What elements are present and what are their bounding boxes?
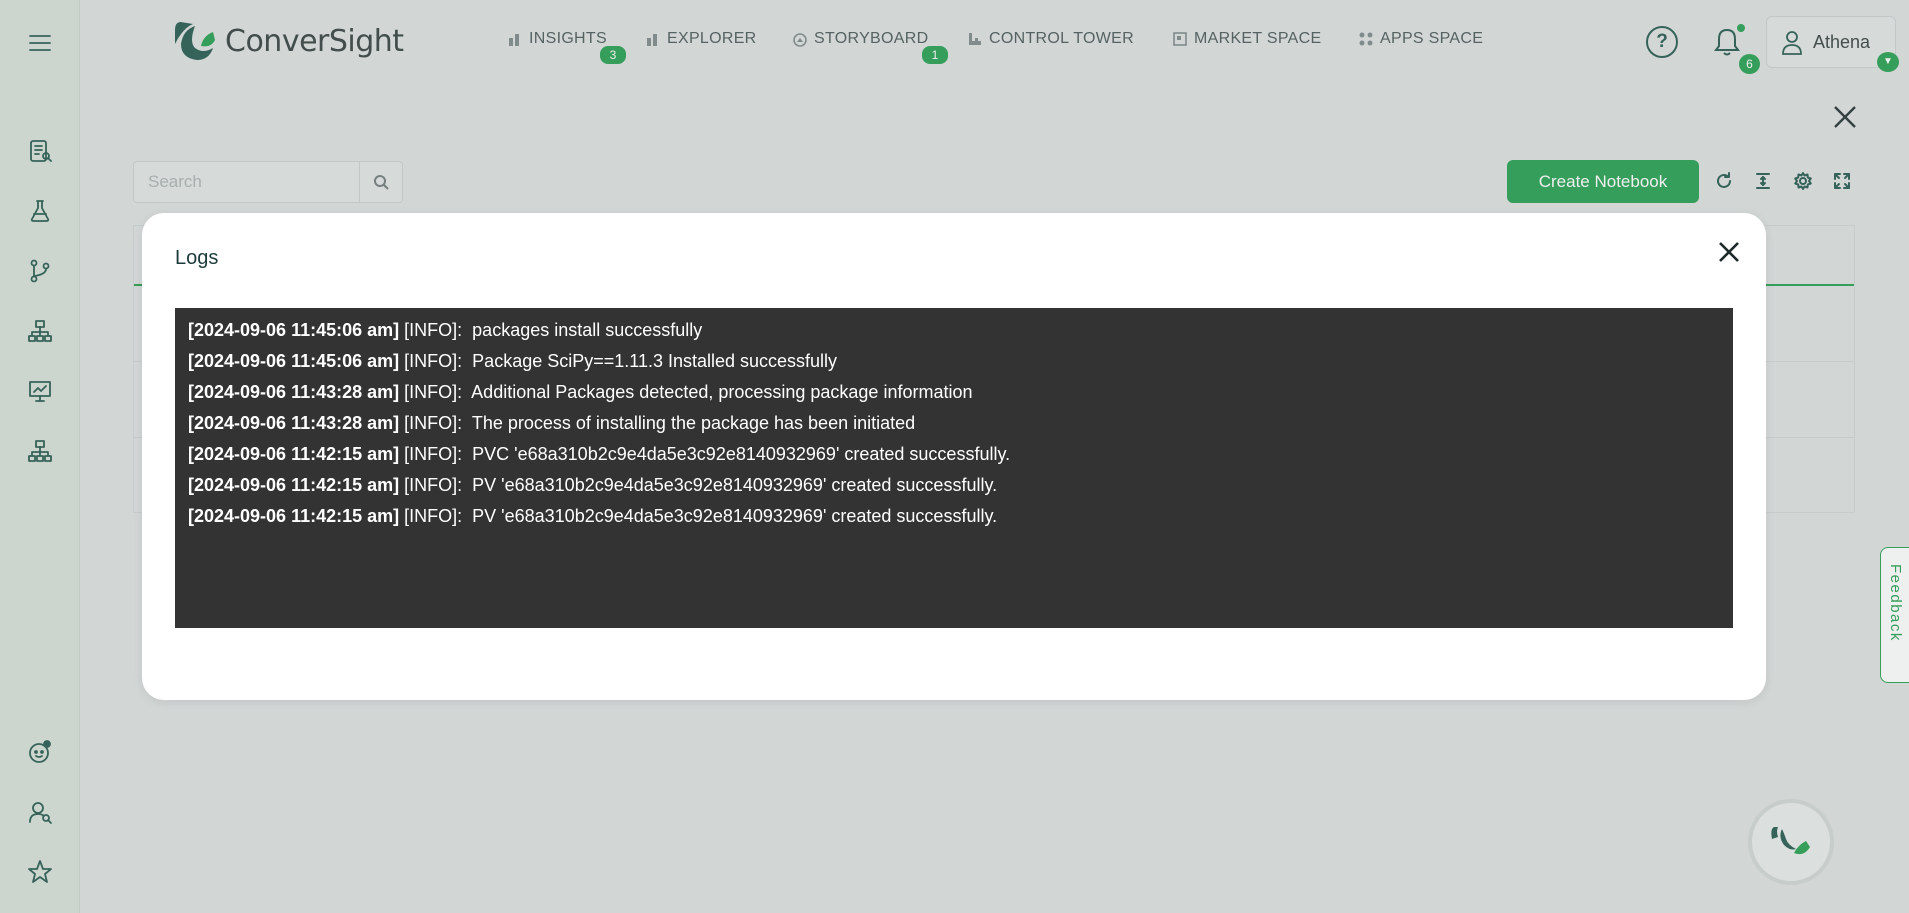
- log-message: Additional Packages detected, processing…: [471, 382, 973, 402]
- log-level: [INFO]:: [404, 413, 463, 433]
- log-line: [2024-09-06 11:45:06 am] [INFO]: package…: [188, 319, 1733, 350]
- log-timestamp: [2024-09-06 11:43:28 am]: [188, 413, 400, 433]
- log-message: Package SciPy==1.11.3 Installed successf…: [472, 351, 838, 371]
- log-level: [INFO]:: [404, 444, 463, 464]
- log-line: [2024-09-06 11:42:15 am] [INFO]: PV 'e68…: [188, 474, 1733, 505]
- log-timestamp: [2024-09-06 11:42:15 am]: [188, 444, 400, 464]
- log-line: [2024-09-06 11:45:06 am] [INFO]: Package…: [188, 350, 1733, 381]
- modal-title: Logs: [175, 247, 219, 269]
- log-message: PV 'e68a310b2c9e4da5e3c92e8140932969' cr…: [472, 475, 998, 495]
- log-level: [INFO]:: [404, 475, 463, 495]
- log-timestamp: [2024-09-06 11:43:28 am]: [188, 382, 400, 402]
- log-timestamp: [2024-09-06 11:42:15 am]: [188, 475, 400, 495]
- log-line: [2024-09-06 11:43:28 am] [INFO]: The pro…: [188, 412, 1733, 443]
- log-message: packages install successfully: [472, 320, 703, 340]
- log-level: [INFO]:: [404, 506, 463, 526]
- log-timestamp: [2024-09-06 11:45:06 am]: [188, 351, 400, 371]
- log-message: PV 'e68a310b2c9e4da5e3c92e8140932969' cr…: [472, 506, 998, 526]
- log-message: The process of installing the package ha…: [471, 413, 916, 433]
- log-line: [2024-09-06 11:43:28 am] [INFO]: Additio…: [188, 381, 1733, 412]
- log-line: [2024-09-06 11:42:15 am] [INFO]: PVC 'e6…: [188, 443, 1733, 474]
- log-level: [INFO]:: [404, 320, 463, 340]
- close-icon[interactable]: [1716, 239, 1742, 265]
- log-message: PVC 'e68a310b2c9e4da5e3c92e8140932969' c…: [472, 444, 1011, 464]
- logs-modal: Logs [2024-09-06 11:45:06 am] [INFO]: pa…: [142, 213, 1766, 700]
- log-timestamp: [2024-09-06 11:45:06 am]: [188, 320, 400, 340]
- log-timestamp: [2024-09-06 11:42:15 am]: [188, 506, 400, 526]
- log-console: [2024-09-06 11:45:06 am] [INFO]: package…: [175, 308, 1733, 628]
- log-level: [INFO]:: [404, 351, 463, 371]
- log-level: [INFO]:: [404, 382, 463, 402]
- log-line: [2024-09-06 11:42:15 am] [INFO]: PV 'e68…: [188, 505, 1733, 536]
